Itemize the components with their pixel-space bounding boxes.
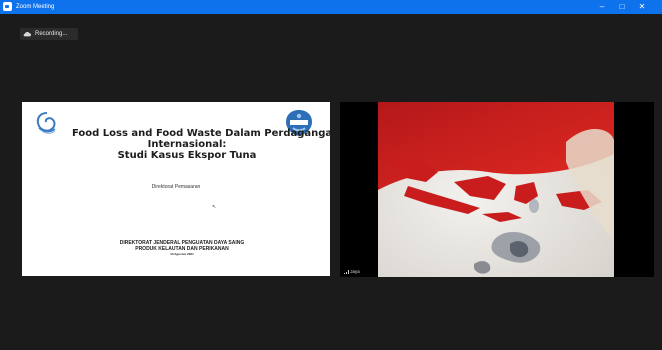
slide-footer: DIREKTORAT JENDERAL PENGUATAN DAYA SAING… [92, 240, 272, 257]
close-button[interactable]: ✕ [632, 0, 652, 14]
mouse-cursor-icon: ↖ [212, 204, 217, 210]
ministry-logo [36, 112, 56, 134]
slide-department: Direktorat Pemasaran [151, 184, 201, 190]
maximize-button[interactable]: □ [612, 0, 632, 14]
participant-name: Jaya [350, 269, 360, 274]
shared-screen[interactable]: Food Loss and Food Waste Dalam Perdagang… [22, 102, 340, 276]
participant-video-tile[interactable]: Jaya [340, 102, 654, 277]
slide-title-line-1: Food Loss and Food Waste Dalam Perdagang… [72, 128, 340, 139]
slide-date: 13 Agustus 2021 [170, 252, 194, 256]
recording-cloud-icon [23, 31, 31, 37]
participant-name-tag: Jaya [342, 268, 362, 276]
slide-title-line-3: Studi Kasus Ekspor Tuna [117, 150, 257, 161]
video-feed [378, 102, 614, 277]
minimize-button[interactable]: – [592, 0, 612, 14]
signal-bars-icon [344, 269, 349, 274]
zoom-app-icon [3, 2, 12, 11]
slide-title-line-2: Internasional: [147, 139, 227, 150]
title-bar: Zoom Meeting – □ ✕ [0, 0, 662, 14]
virtual-background-image [378, 102, 614, 277]
window-title: Zoom Meeting [16, 4, 55, 10]
recording-indicator[interactable]: Recording... [20, 28, 78, 40]
recording-label: Recording... [35, 31, 68, 37]
slide-title: Food Loss and Food Waste Dalam Perdagang… [72, 128, 340, 161]
